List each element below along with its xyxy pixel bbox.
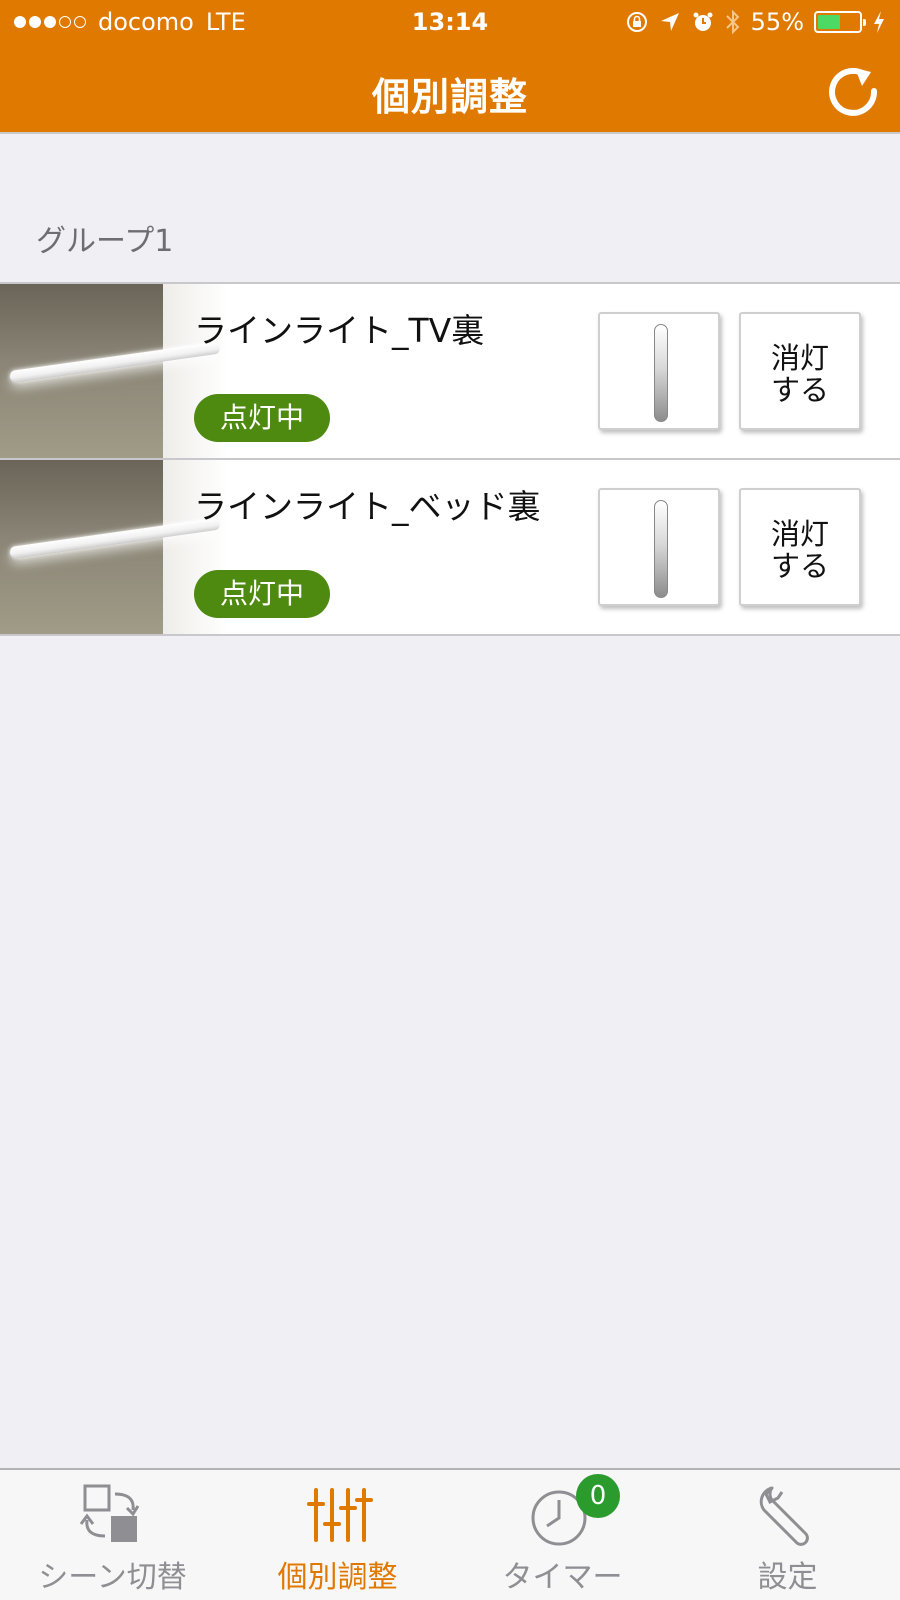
tab-individual-adjust[interactable]: 個別調整	[225, 1470, 450, 1600]
dimmer-button[interactable]	[598, 488, 720, 606]
device-list: ラインライト_TV裏 点灯中 消灯 する ラインライト_ベッド裏 点灯中 消灯 …	[0, 282, 900, 636]
bluetooth-icon	[725, 9, 740, 35]
turn-off-button[interactable]: 消灯 する	[739, 488, 861, 606]
device-name: ラインライト_ベッド裏	[194, 487, 541, 526]
location-arrow-icon	[660, 13, 679, 31]
tab-bar: シーン切替 個別調整 タイマー 設定	[0, 1468, 900, 1600]
tab-label: 個別調整	[277, 1560, 398, 1595]
dimmer-button[interactable]	[598, 312, 720, 430]
status-bar: docomo LTE 13:14 55%	[0, 0, 900, 44]
tab-timer[interactable]: タイマー	[450, 1470, 675, 1600]
tab-label: シーン切替	[38, 1560, 187, 1595]
tab-scene-switch[interactable]: シーン切替	[0, 1470, 225, 1600]
device-row[interactable]: ラインライト_ベッド裏 点灯中 消灯 する	[0, 460, 900, 636]
dimmer-slider-icon	[654, 324, 668, 422]
sliders-icon	[306, 1488, 373, 1542]
charging-bolt-icon	[874, 11, 884, 33]
refresh-icon[interactable]	[824, 62, 882, 120]
tab-settings[interactable]: 設定	[675, 1470, 900, 1600]
turn-off-button[interactable]: 消灯 する	[739, 312, 861, 430]
tab-label: 設定	[757, 1560, 818, 1595]
turn-off-label: 消灯 する	[770, 517, 829, 583]
rotation-lock-icon	[626, 12, 647, 32]
group-title: グループ1	[36, 224, 174, 259]
battery-icon	[814, 11, 866, 33]
timer-count-badge: 0	[576, 1474, 620, 1518]
app-root: docomo LTE 13:14 55% 個別調整 グループ1 ラインライト_T…	[0, 0, 900, 1600]
dimmer-slider-icon	[654, 500, 668, 598]
scene-switch-icon	[79, 1484, 139, 1542]
device-name: ラインライト_TV裏	[194, 311, 485, 350]
battery-percent: 55%	[750, 8, 804, 36]
device-row[interactable]: ラインライト_TV裏 点灯中 消灯 する	[0, 284, 900, 460]
wrench-icon	[759, 1486, 809, 1546]
status-badge: 点灯中	[194, 394, 330, 442]
status-right: 55%	[625, 8, 886, 36]
page-title: 個別調整	[371, 75, 528, 119]
status-badge: 点灯中	[194, 570, 330, 618]
turn-off-label: 消灯 する	[770, 341, 829, 407]
alarm-clock-icon	[693, 12, 713, 31]
tab-label: タイマー	[502, 1560, 623, 1595]
top-bar: docomo LTE 13:14 55% 個別調整	[0, 0, 900, 134]
